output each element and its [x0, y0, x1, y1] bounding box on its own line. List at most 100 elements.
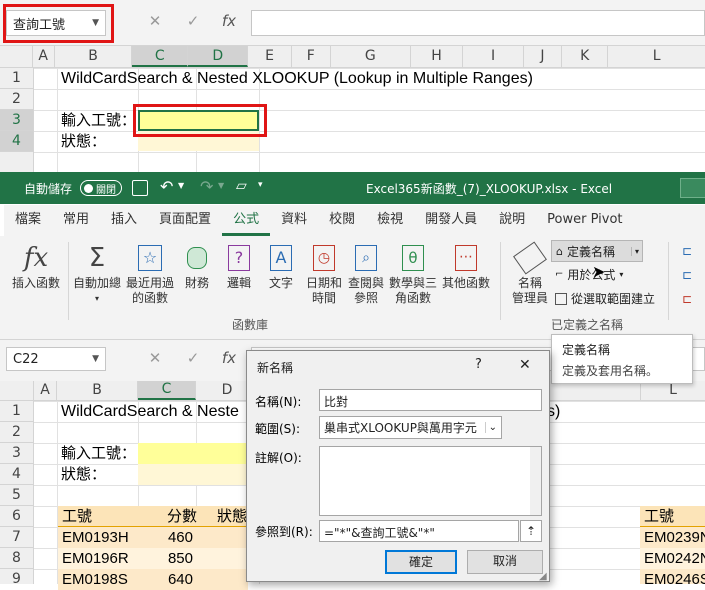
- comment-textarea[interactable]: [319, 446, 542, 516]
- tab-page-layout[interactable]: 頁面配置: [148, 205, 222, 236]
- more-functions-button[interactable]: ⋯ 其他函數: [440, 242, 492, 291]
- col-J[interactable]: J: [524, 46, 563, 67]
- tab-developer[interactable]: 開發人員: [414, 205, 488, 236]
- close-icon[interactable]: ✕: [519, 357, 531, 373]
- use-in-formula-button[interactable]: ⌐ 用於公式 ▾: [555, 266, 623, 283]
- select-all[interactable]: [0, 381, 34, 400]
- bottom-input-cell[interactable]: [138, 443, 250, 464]
- logical-button[interactable]: ? 邏輯: [220, 242, 258, 291]
- row-4[interactable]: 4: [0, 464, 33, 485]
- top-formula-input[interactable]: [251, 10, 705, 36]
- right-cell-id[interactable]: EM0246S: [640, 569, 705, 584]
- col-B[interactable]: B: [55, 46, 133, 67]
- autosave-toggle[interactable]: 關閉: [80, 180, 122, 196]
- refers-to-input[interactable]: ="*"&查詢工號&"*": [319, 520, 519, 542]
- cell-id[interactable]: EM0198S: [62, 569, 128, 590]
- enter-icon[interactable]: ✓: [183, 349, 203, 367]
- tab-data[interactable]: 資料: [270, 205, 318, 236]
- datetime-button[interactable]: ◷ 日期和 時間: [302, 242, 346, 306]
- cancel-button[interactable]: 取消: [467, 550, 543, 574]
- customize-qat-icon[interactable]: ▾: [258, 180, 263, 190]
- col-A[interactable]: A: [34, 381, 57, 400]
- right-cell-id[interactable]: EM0242N: [640, 548, 705, 569]
- row-8[interactable]: 8: [0, 548, 33, 569]
- col-C[interactable]: C: [132, 46, 189, 67]
- col-G[interactable]: G: [331, 46, 411, 67]
- row-1[interactable]: 1: [0, 401, 33, 422]
- col-B[interactable]: B: [57, 381, 138, 400]
- col-K[interactable]: K: [562, 46, 609, 67]
- col-H[interactable]: H: [411, 46, 464, 67]
- name-input[interactable]: 比對: [319, 389, 542, 411]
- undo-dropdown-icon[interactable]: ▼: [178, 181, 184, 190]
- table-header-id: 工號: [58, 506, 163, 527]
- tab-insert[interactable]: 插入: [100, 205, 148, 236]
- cell-id[interactable]: EM0196R: [62, 548, 129, 569]
- tab-file[interactable]: 檔案: [4, 205, 52, 236]
- chevron-down-icon[interactable]: ▼: [92, 354, 99, 364]
- tab-help[interactable]: 說明: [488, 205, 536, 236]
- row-4[interactable]: 4: [0, 131, 33, 152]
- tab-home[interactable]: 常用: [52, 205, 100, 236]
- row-2[interactable]: 2: [0, 422, 33, 443]
- insert-function-button[interactable]: fx 插入函數: [8, 242, 64, 291]
- insert-function-icon[interactable]: fx: [218, 12, 240, 30]
- ok-button[interactable]: 確定: [385, 550, 457, 574]
- remove-arrows-icon[interactable]: ⊏: [682, 292, 692, 306]
- collapse-dialog-icon[interactable]: ⇡: [520, 520, 542, 542]
- row-3[interactable]: 3: [0, 443, 33, 464]
- col-I[interactable]: I: [463, 46, 524, 67]
- col-C[interactable]: C: [138, 381, 196, 400]
- row-5[interactable]: 5: [0, 485, 33, 506]
- row-9[interactable]: 9: [0, 569, 33, 587]
- financial-button[interactable]: 財務: [178, 242, 216, 291]
- create-from-selection-button[interactable]: 從選取範圍建立: [555, 290, 655, 307]
- cell-score[interactable]: 850: [163, 548, 193, 569]
- autosum-button[interactable]: Σ 自動加總 ▾: [72, 242, 122, 306]
- chevron-down-icon[interactable]: ▾: [630, 246, 642, 256]
- col-F[interactable]: F: [292, 46, 331, 67]
- save-icon[interactable]: [132, 180, 148, 196]
- cell-score[interactable]: 640: [163, 569, 193, 590]
- col-L-bottom[interactable]: L: [640, 381, 705, 401]
- row-2[interactable]: 2: [0, 89, 33, 110]
- cell-id[interactable]: EM0193H: [62, 527, 129, 548]
- insert-function-icon[interactable]: fx: [218, 349, 240, 367]
- trace-precedents-icon[interactable]: ⊏: [682, 244, 692, 258]
- lookup-button[interactable]: ⌕ 查閱與 參照: [344, 242, 388, 306]
- col-D[interactable]: D: [188, 46, 249, 67]
- comment-scrollbar[interactable]: [530, 447, 541, 515]
- row-7[interactable]: 7: [0, 527, 33, 548]
- col-L[interactable]: L: [608, 46, 705, 67]
- tab-view[interactable]: 檢視: [366, 205, 414, 236]
- name-manager-button[interactable]: 名稱 管理員: [508, 241, 552, 306]
- scope-select[interactable]: 巢串式XLOOKUP與萬用字元 ⌄: [319, 416, 502, 439]
- recently-used-button[interactable]: ☆ 最近用過 的函數: [124, 242, 176, 306]
- math-trig-button[interactable]: θ 數學與三 角函數: [386, 242, 440, 306]
- enter-icon[interactable]: ✓: [183, 12, 203, 30]
- row-3[interactable]: 3: [0, 110, 33, 131]
- help-button[interactable]: ?: [475, 357, 482, 372]
- table-header-status: 狀態: [213, 506, 248, 527]
- trace-dependents-icon[interactable]: ⊏: [682, 268, 692, 282]
- bottom-status-cell[interactable]: [138, 464, 250, 485]
- define-name-button[interactable]: ⌂ 定義名稱 ▾: [551, 240, 643, 262]
- bottom-name-box[interactable]: C22 ▼: [6, 347, 106, 371]
- cell-score[interactable]: 460: [163, 527, 193, 548]
- col-E[interactable]: E: [248, 46, 292, 67]
- tab-power-pivot[interactable]: Power Pivot: [536, 205, 633, 236]
- cancel-icon[interactable]: ✕: [145, 12, 165, 30]
- tab-formulas[interactable]: 公式: [222, 205, 271, 236]
- tab-review[interactable]: 校閱: [318, 205, 366, 236]
- undo-icon[interactable]: ↶: [160, 177, 173, 196]
- sign-in-button[interactable]: [680, 178, 705, 198]
- col-A[interactable]: A: [33, 46, 55, 67]
- text-button[interactable]: A 文字: [262, 242, 300, 291]
- open-folder-icon[interactable]: ▱: [236, 178, 247, 194]
- right-cell-id[interactable]: EM0239N: [640, 527, 705, 548]
- row-6[interactable]: 6: [0, 506, 33, 527]
- select-all[interactable]: [0, 46, 33, 67]
- row-1[interactable]: 1: [0, 68, 33, 89]
- cancel-icon[interactable]: ✕: [145, 349, 165, 367]
- resize-grip-icon[interactable]: ◢: [539, 571, 547, 582]
